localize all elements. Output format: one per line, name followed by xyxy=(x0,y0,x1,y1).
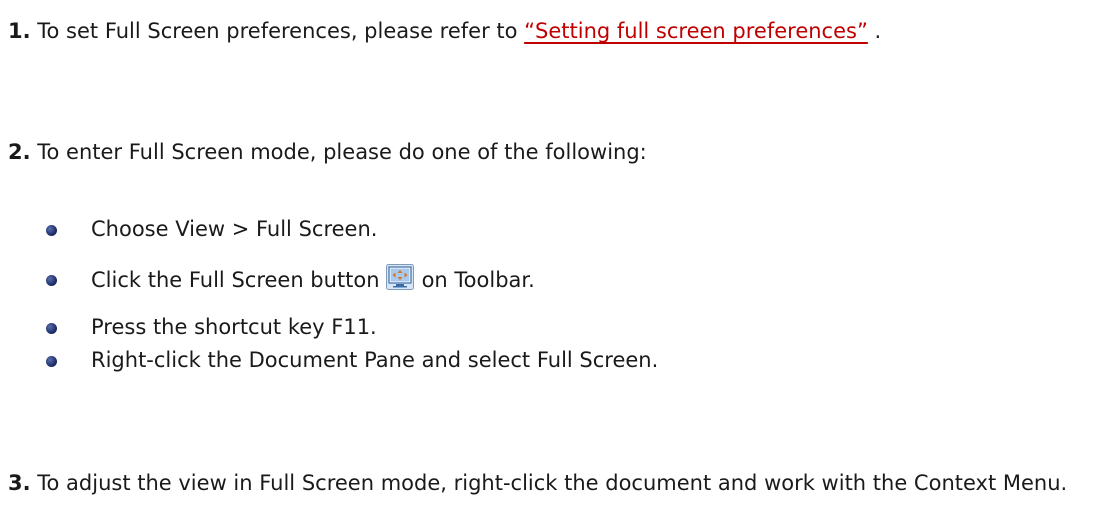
step-text: To set Full Screen preferences, please r… xyxy=(30,19,525,43)
bullet-icon xyxy=(46,275,57,286)
list-item-text-start: Click the Full Screen button xyxy=(91,268,380,292)
bullet-icon xyxy=(46,323,57,334)
step-text: To adjust the view in Full Screen mode, … xyxy=(30,471,1068,495)
list-item-text: Press the shortcut key F11. xyxy=(91,315,377,339)
list-item-text: Choose View > Full Screen. xyxy=(91,217,378,241)
list-item-text-end: on Toolbar. xyxy=(421,268,535,292)
step-text-end: . xyxy=(867,19,882,43)
step-1: 1. To set Full Screen preferences, pleas… xyxy=(8,13,1112,49)
bullet-icon xyxy=(46,356,57,367)
bullet-icon xyxy=(46,225,57,236)
list-item-text: Click the Full Screen button on Toolbar. xyxy=(91,264,535,295)
step-number: 1. xyxy=(8,19,31,43)
step-number: 2. xyxy=(8,140,31,164)
setting-full-screen-preferences-link[interactable]: “Setting full screen preferences” xyxy=(524,19,868,43)
step-number: 3. xyxy=(8,471,31,495)
step-3: 3. To adjust the view in Full Screen mod… xyxy=(8,465,1112,501)
list-item-text: Right-click the Document Pane and select… xyxy=(91,348,659,372)
full-screen-button-icon xyxy=(385,264,414,290)
step-2: 2. To enter Full Screen mode, please do … xyxy=(8,134,647,170)
step-text: To enter Full Screen mode, please do one… xyxy=(30,140,647,164)
